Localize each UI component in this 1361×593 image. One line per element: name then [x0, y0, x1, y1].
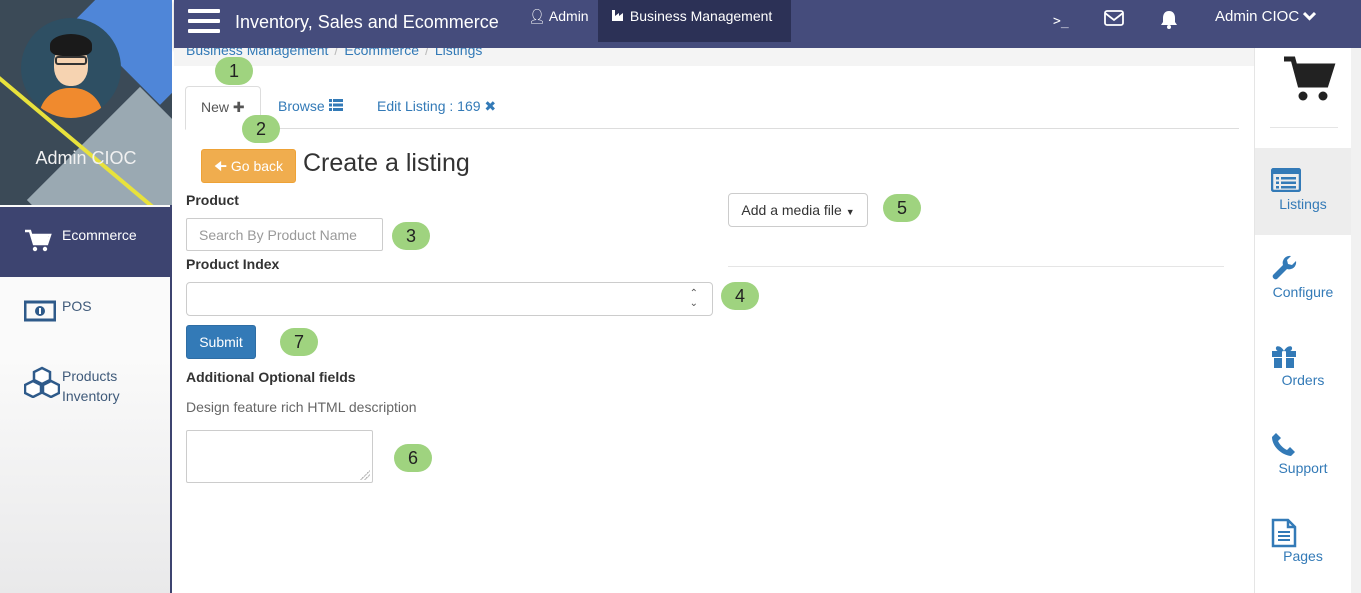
right-item-configure[interactable]: Configure [1255, 255, 1351, 305]
list-icon [328, 98, 343, 114]
go-back-label: Go back [230, 158, 284, 174]
divider [1270, 127, 1338, 128]
profile-name: Admin CIOC [35, 148, 137, 168]
annotation-badge: 2 [242, 115, 280, 143]
terminal-icon[interactable]: >_ [1053, 14, 1069, 29]
right-item-label: Pages [1283, 548, 1323, 564]
business-management-link[interactable]: Business Management [598, 0, 791, 42]
arrow-left-icon: 🠈 [213, 158, 227, 174]
avatar[interactable] [21, 18, 121, 118]
caret-down-icon: ▼ [845, 207, 855, 217]
annotation-badge: 6 [394, 444, 432, 472]
breadcrumb-strip: Business Management / Ecommerce / Listings [174, 48, 1254, 66]
app-title: Inventory, Sales and Ecommerce [235, 12, 499, 32]
cart-icon[interactable] [1282, 55, 1336, 108]
admin-link-label: Admin [548, 8, 589, 24]
divider [728, 266, 1224, 267]
annotation-badge: 7 [280, 328, 318, 356]
tab-label: Browse [278, 98, 325, 114]
cubes-icon [23, 366, 61, 403]
gift-icon [1271, 344, 1297, 371]
right-panel [1254, 48, 1351, 593]
left-sidebar: Admin CIOC Ecommerce POS Products Invent… [0, 0, 172, 593]
file-icon [1271, 518, 1297, 551]
right-item-label: Configure [1272, 284, 1334, 300]
top-navbar: Inventory, Sales and Ecommerce 👤︎ Admin … [174, 0, 1361, 48]
annotation-badge: 4 [721, 282, 759, 310]
tab-label: Edit Listing : 169 [377, 98, 481, 114]
breadcrumb-item[interactable]: Listings [435, 48, 482, 58]
product-label: Product [186, 192, 239, 208]
html-description-label: Design feature rich HTML description [186, 399, 417, 415]
scrollbar[interactable] [1351, 48, 1361, 593]
sidebar-item-label: POS [62, 298, 92, 314]
add-media-button[interactable]: Add a media file ▼ [728, 193, 868, 227]
resize-handle-icon[interactable] [360, 470, 370, 480]
right-item-label: Orders [1281, 372, 1325, 388]
sidebar-item-pos[interactable]: POS [0, 290, 172, 330]
tab-label: New [201, 99, 230, 115]
sidebar-item-label: Products Inventory [62, 368, 120, 404]
right-item-orders[interactable]: Orders [1255, 344, 1351, 394]
close-icon[interactable]: ✖ [484, 98, 496, 114]
breadcrumb-item[interactable]: Business Management [186, 48, 328, 58]
business-management-label: Business Management [629, 8, 773, 24]
optional-fields-label: Additional Optional fields [186, 369, 356, 385]
annotation-badge: 1 [215, 57, 253, 85]
annotation-badge: 5 [883, 194, 921, 222]
bell-icon[interactable] [1160, 10, 1178, 34]
right-item-label: Support [1278, 460, 1328, 476]
right-item-pages[interactable]: Pages [1255, 518, 1351, 568]
tab-edit-listing[interactable]: Edit Listing : 169 ✖ [362, 86, 511, 129]
add-media-label: Add a media file [741, 202, 842, 218]
html-description-textarea[interactable] [186, 430, 373, 483]
listing-tabs: New ✚ Browse Edit Listing : 169 ✖ [185, 86, 1239, 130]
right-item-label: Listings [1279, 196, 1327, 212]
wrench-icon [1271, 255, 1299, 286]
number-spinner-icon[interactable]: ⌃ ⌄ [690, 289, 698, 309]
hamburger-icon[interactable] [188, 9, 220, 35]
user-menu[interactable]: Admin CIOC [1215, 8, 1317, 25]
industry-icon [612, 8, 630, 24]
sidebar-item-ecommerce[interactable]: Ecommerce [0, 207, 172, 277]
page-title: Create a listing [303, 149, 470, 177]
sidebar-item-label: Ecommerce [62, 227, 137, 243]
mail-icon[interactable] [1104, 10, 1124, 31]
user-icon: 👤︎ [528, 8, 546, 24]
right-item-support[interactable]: Support [1255, 432, 1351, 482]
admin-link[interactable]: 👤︎ Admin [528, 8, 589, 25]
right-item-listings[interactable]: Listings [1255, 148, 1351, 235]
phone-icon [1271, 432, 1295, 459]
breadcrumb-item[interactable]: Ecommerce [344, 48, 419, 58]
money-icon [23, 300, 57, 327]
sidebar-item-products-inventory[interactable]: Products Inventory [0, 360, 172, 420]
plus-icon: ✚ [232, 99, 245, 115]
user-menu-label: Admin CIOC [1215, 8, 1300, 25]
chevron-down-icon [1303, 8, 1317, 25]
product-index-input[interactable]: ⌃ ⌄ [186, 282, 713, 316]
product-search-input[interactable] [186, 218, 383, 251]
profile-card: Admin CIOC [0, 0, 172, 205]
go-back-button[interactable]: 🠈 Go back [201, 149, 296, 183]
list-alt-icon [1270, 167, 1302, 195]
product-index-label: Product Index [186, 256, 280, 272]
annotation-badge: 3 [392, 222, 430, 250]
submit-button[interactable]: Submit [186, 325, 256, 359]
cart-icon [24, 229, 52, 258]
